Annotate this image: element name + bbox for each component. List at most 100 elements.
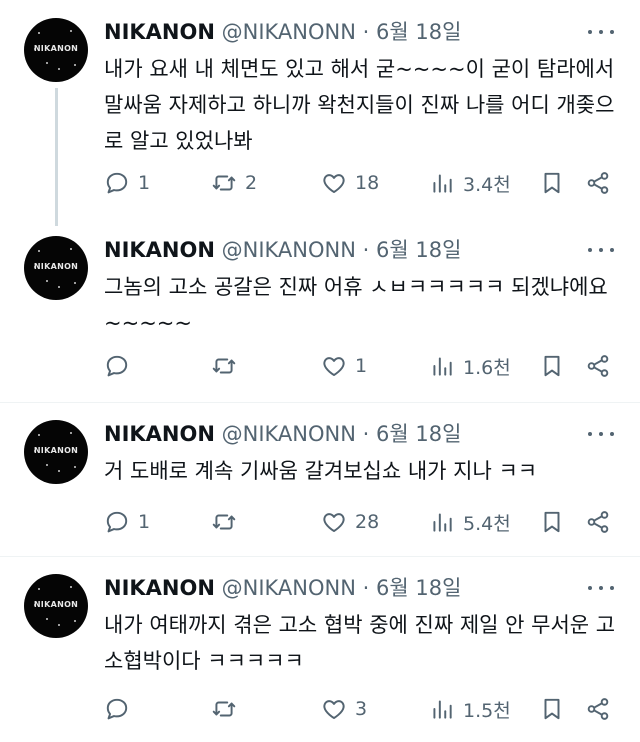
bookmark-button[interactable] [539, 351, 565, 381]
like-icon [323, 357, 345, 376]
tweet-actions: 3 1.5천 [104, 694, 624, 724]
views-icon [433, 174, 452, 193]
views-icon [433, 513, 452, 532]
share-button[interactable] [585, 168, 611, 198]
reply-button[interactable]: 1 [104, 507, 150, 537]
reply-icon [106, 698, 128, 720]
share-icon [587, 511, 609, 533]
avatar[interactable]: NIKANON [24, 420, 88, 484]
display-name[interactable]: NIKANON [104, 238, 215, 262]
user-handle[interactable]: @NIKANONN [222, 576, 356, 600]
retweet-icon [212, 701, 236, 717]
avatar[interactable]: NIKANON [24, 574, 88, 638]
bookmark-button[interactable] [539, 507, 565, 537]
avatar[interactable]: NIKANON [24, 18, 88, 82]
like-button[interactable]: 1 [321, 351, 367, 381]
views-button[interactable]: 1.6천 [429, 351, 511, 381]
tweet-header: NIKANON @NIKANONN · 6월 18일 [104, 18, 461, 46]
bookmark-icon [544, 172, 560, 194]
reply-button[interactable] [104, 351, 138, 381]
retweet-count: 2 [245, 172, 258, 194]
like-count: 28 [355, 511, 380, 533]
bookmark-icon [544, 511, 560, 533]
reply-button[interactable]: 1 [104, 168, 150, 198]
more-icon[interactable] [588, 242, 614, 258]
like-button[interactable]: 3 [321, 694, 367, 724]
tweet-date[interactable]: 6월 18일 [376, 576, 461, 600]
bookmark-icon [544, 698, 560, 720]
tweet-text: 내가 여태까지 겪은 고소 협박 중에 진짜 제일 안 무서운 고소협박이다 ㅋ… [104, 613, 616, 673]
like-count: 18 [355, 172, 380, 194]
views-icon [433, 700, 452, 719]
tweet-header: NIKANON @NIKANONN · 6월 18일 [104, 574, 461, 602]
separator-dot: · [362, 20, 370, 44]
tweet-text: 내가 요새 내 체면도 있고 해서 굳~~~~이 굳이 탐라에서 말싸움 자제하… [104, 57, 621, 153]
views-button[interactable]: 1.5천 [429, 694, 511, 724]
retweet-button[interactable] [211, 694, 245, 724]
avatar[interactable]: NIKANON [24, 236, 88, 300]
reply-icon [106, 355, 128, 377]
tweet-date[interactable]: 6월 18일 [376, 422, 461, 446]
retweet-button[interactable] [211, 351, 245, 381]
views-button[interactable]: 3.4천 [429, 168, 511, 198]
separator-dot: · [362, 422, 370, 446]
avatar-logo-text: NIKANON [33, 446, 79, 455]
tweet-header: NIKANON @NIKANONN · 6월 18일 [104, 236, 461, 264]
more-icon[interactable] [588, 426, 614, 442]
like-count: 3 [355, 698, 368, 720]
user-handle[interactable]: @NIKANONN [222, 238, 356, 262]
display-name[interactable]: NIKANON [104, 576, 215, 600]
retweet-icon [212, 358, 236, 374]
tweet-1[interactable]: NIKANON NIKANON @NIKANONN · 6월 18일 내가 요새… [0, 0, 640, 226]
display-name[interactable]: NIKANON [104, 20, 215, 44]
like-button[interactable]: 18 [321, 168, 379, 198]
like-count: 1 [355, 355, 368, 377]
views-count: 3.4천 [463, 173, 511, 196]
tweet-actions: 1 1.6천 [104, 351, 624, 381]
user-handle[interactable]: @NIKANONN [222, 422, 356, 446]
tweet-actions: 1 28 5.4천 [104, 507, 624, 537]
retweet-icon [212, 175, 236, 191]
bookmark-button[interactable] [539, 694, 565, 724]
separator-dot: · [362, 238, 370, 262]
separator-dot: · [362, 576, 370, 600]
more-icon[interactable] [588, 24, 614, 40]
more-icon[interactable] [588, 580, 614, 596]
display-name[interactable]: NIKANON [104, 422, 215, 446]
tweet-3[interactable]: NIKANON NIKANON @NIKANONN · 6월 18일 거 도배로… [0, 402, 640, 556]
share-icon [587, 172, 609, 194]
share-button[interactable] [585, 351, 611, 381]
tweet-text: 거 도배로 계속 기싸움 갈겨보십쇼 내가 지나 ㅋㅋ [104, 459, 538, 483]
reply-icon [106, 511, 128, 533]
reply-count: 1 [138, 172, 151, 194]
retweet-button[interactable]: 2 [211, 168, 257, 198]
like-icon [323, 513, 345, 532]
retweet-icon [212, 514, 236, 530]
like-icon [323, 700, 345, 719]
thread-connector-line [55, 88, 58, 226]
tweet-text: 그놈의 고소 공갈은 진짜 어휴 ㅅㅂㅋㅋㅋㅋㅋ 되겠냐에요~~~~~ [104, 275, 608, 335]
views-count: 1.6천 [463, 356, 511, 379]
bookmark-button[interactable] [539, 168, 565, 198]
reply-count: 1 [138, 511, 151, 533]
like-button[interactable]: 28 [321, 507, 379, 537]
reply-button[interactable] [104, 694, 138, 724]
views-icon [433, 357, 452, 376]
share-icon [587, 355, 609, 377]
share-button[interactable] [585, 694, 611, 724]
tweet-actions: 1 2 18 3.4천 [104, 168, 624, 198]
tweet-4[interactable]: NIKANON NIKANON @NIKANONN · 6월 18일 내가 여태… [0, 556, 640, 742]
views-button[interactable]: 5.4천 [429, 507, 511, 537]
tweet-date[interactable]: 6월 18일 [376, 238, 461, 262]
views-count: 5.4천 [463, 512, 511, 535]
user-handle[interactable]: @NIKANONN [222, 20, 356, 44]
views-count: 1.5천 [463, 699, 511, 722]
like-icon [323, 174, 345, 193]
tweet-date[interactable]: 6월 18일 [376, 20, 461, 44]
tweet-2[interactable]: NIKANON NIKANON @NIKANONN · 6월 18일 그놈의 고… [0, 218, 640, 402]
share-button[interactable] [585, 507, 611, 537]
tweet-thread: NIKANON NIKANON @NIKANONN · 6월 18일 내가 요새… [0, 0, 640, 742]
bookmark-icon [544, 355, 560, 377]
retweet-button[interactable] [211, 507, 245, 537]
reply-icon [106, 172, 128, 194]
